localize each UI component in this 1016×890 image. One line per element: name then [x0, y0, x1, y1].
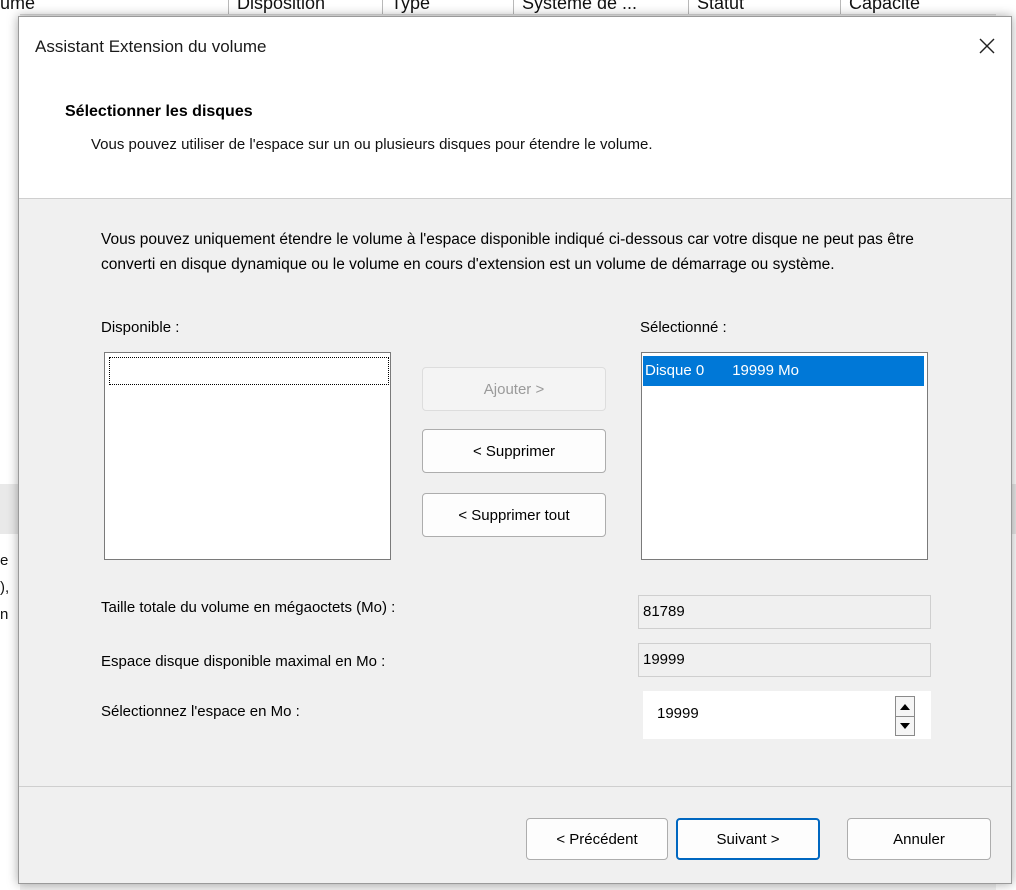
selected-disks-list[interactable]: Disque 0 19999 Mo — [641, 352, 928, 560]
background-window-left-edge: e ), n — [0, 14, 20, 890]
bg-column-filesystem: Système de ... — [513, 0, 637, 14]
max-space-label: Espace disque disponible maximal en Mo : — [101, 653, 386, 670]
extend-volume-wizard-dialog: Assistant Extension du volume Sélectionn… — [18, 16, 1012, 884]
available-label: Disponible : — [101, 319, 180, 336]
disk-size: 19999 Mo — [732, 362, 799, 379]
info-text: Vous pouvez uniquement étendre le volume… — [101, 231, 914, 273]
bg-fragment: e — [0, 552, 9, 569]
available-disks-list[interactable] — [104, 352, 391, 560]
focus-rectangle — [109, 357, 389, 385]
arrow-down-icon — [900, 722, 910, 729]
bg-fragment: ), — [0, 579, 10, 596]
wizard-header: Sélectionner les disques Vous pouvez uti… — [19, 75, 1011, 199]
total-size-label: Taille totale du volume en mégaoctets (M… — [101, 599, 396, 616]
select-space-label: Sélectionnez l'espace en Mo : — [101, 703, 300, 720]
remove-button[interactable]: < Supprimer — [422, 429, 606, 473]
bg-column-disposition: Disposition — [228, 0, 325, 14]
list-item[interactable]: Disque 0 19999 Mo — [643, 356, 924, 386]
close-icon — [979, 38, 995, 54]
bg-column-capacity: Capacité — [840, 0, 920, 14]
max-space-field: 19999 — [638, 643, 931, 677]
back-button[interactable]: < Précédent — [526, 818, 668, 860]
cancel-button[interactable]: Annuler — [847, 818, 991, 860]
bg-column-type: Type — [382, 0, 430, 14]
wizard-step-title: Sélectionner les disques — [65, 103, 253, 120]
space-input[interactable]: 19999 — [657, 705, 699, 722]
remove-all-button[interactable]: < Supprimer tout — [422, 493, 606, 537]
disk-name: Disque 0 — [645, 362, 705, 379]
space-spinbox[interactable]: 19999 — [643, 691, 931, 739]
bg-column-volume: ume — [0, 0, 36, 13]
spinner-buttons — [895, 696, 915, 736]
footer-divider — [19, 786, 1011, 787]
background-column-header: ume Disposition Type Système de ... Stat… — [0, 0, 1016, 15]
bg-fragment: n — [0, 606, 9, 623]
arrow-up-icon — [900, 703, 910, 710]
add-button[interactable]: Ajouter > — [422, 367, 606, 411]
bg-column-status: Statut — [688, 0, 744, 14]
total-size-field: 81789 — [638, 595, 931, 629]
title-bar: Assistant Extension du volume — [19, 17, 1011, 75]
spin-down-button[interactable] — [896, 716, 914, 735]
wizard-step-description: Vous pouvez utiliser de l'espace sur un … — [91, 136, 653, 153]
next-button[interactable]: Suivant > — [676, 818, 820, 860]
window-title: Assistant Extension du volume — [35, 37, 267, 56]
selected-label: Sélectionné : — [640, 319, 727, 336]
spin-up-button[interactable] — [896, 697, 914, 717]
close-button[interactable] — [969, 29, 1005, 63]
